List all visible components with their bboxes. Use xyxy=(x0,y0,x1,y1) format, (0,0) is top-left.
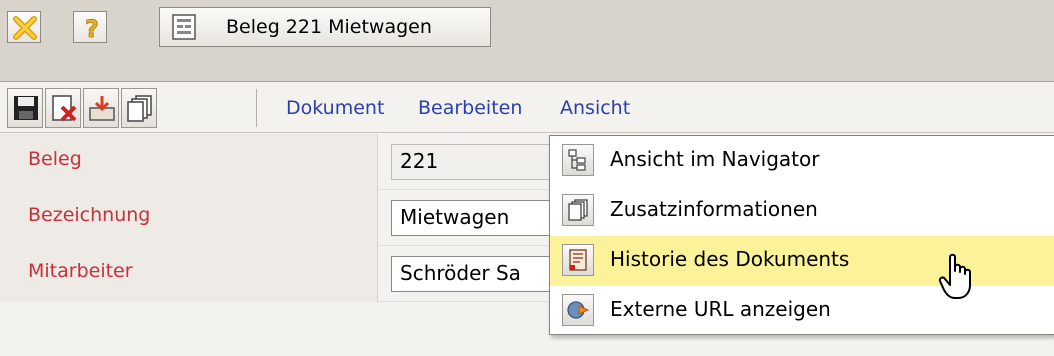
mitarbeiter-label: Mitarbeiter xyxy=(0,246,378,302)
globe-arrow-icon xyxy=(567,301,590,319)
document-history-icon xyxy=(569,249,587,271)
delete-document-button[interactable] xyxy=(45,88,81,128)
document-tab-label: Beleg 221 Mietwagen xyxy=(226,16,432,38)
save-floppy-icon xyxy=(14,96,38,120)
menu-item-zusatzinformationen[interactable]: Zusatzinformationen xyxy=(550,186,1054,236)
title-bar: ? Beleg 221 Mietwagen xyxy=(0,0,1054,82)
inbox-download-icon xyxy=(89,96,115,121)
ansicht-dropdown-menu: Ansicht im Navigator Zusatzinformationen… xyxy=(549,135,1054,335)
toolbar: Dokument Bearbeiten Ansicht xyxy=(0,83,1054,133)
beleg-label: Beleg xyxy=(0,134,378,190)
tree-structure-icon xyxy=(568,149,586,171)
menu-dokument[interactable]: Dokument xyxy=(286,97,384,119)
menu-item-label: Historie des Dokuments xyxy=(610,247,850,271)
dd-icon-wrap xyxy=(562,294,594,326)
import-button[interactable] xyxy=(83,88,119,128)
help-button[interactable]: ? xyxy=(73,11,107,43)
menu-item-externe-url-anzeigen[interactable]: Externe URL anzeigen xyxy=(550,286,1054,336)
delete-document-icon xyxy=(52,95,77,122)
document-form-icon xyxy=(172,14,196,40)
document-tab[interactable]: Beleg 221 Mietwagen xyxy=(159,7,491,47)
menu-item-historie-des-dokuments[interactable]: Historie des Dokuments xyxy=(550,236,1054,286)
menu-ansicht[interactable]: Ansicht xyxy=(560,97,630,119)
copy-pages-icon xyxy=(568,199,588,221)
svg-text:?: ? xyxy=(85,15,99,41)
copy-button[interactable] xyxy=(121,88,157,128)
menu-item-label: Externe URL anzeigen xyxy=(610,297,831,321)
toolbar-separator xyxy=(256,89,257,127)
close-x-icon xyxy=(13,16,37,40)
close-button[interactable] xyxy=(7,11,41,43)
dd-icon-wrap xyxy=(562,244,594,276)
dd-icon-wrap xyxy=(562,144,594,176)
menu-item-label: Zusatzinformationen xyxy=(610,197,818,221)
question-mark-icon: ? xyxy=(85,15,100,41)
save-button[interactable] xyxy=(7,88,43,128)
menu-bearbeiten[interactable]: Bearbeiten xyxy=(418,97,522,119)
copy-pages-icon xyxy=(127,95,152,122)
bezeichnung-label: Bezeichnung xyxy=(0,190,378,246)
hand-pointer-cursor-icon xyxy=(938,253,971,299)
dd-icon-wrap xyxy=(562,194,594,226)
menu-item-ansicht-im-navigator[interactable]: Ansicht im Navigator xyxy=(550,136,1054,186)
menu-item-label: Ansicht im Navigator xyxy=(610,147,820,171)
